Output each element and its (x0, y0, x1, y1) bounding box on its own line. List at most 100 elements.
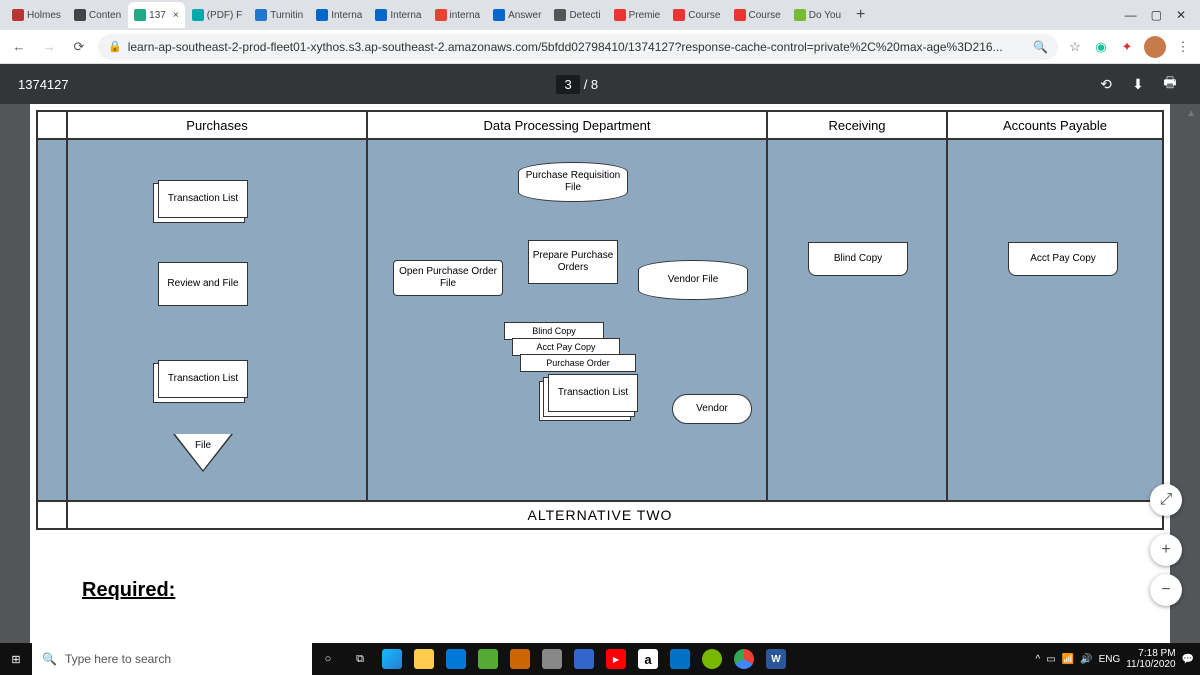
favicon (493, 9, 505, 21)
browser-tab[interactable]: 137 × (128, 2, 185, 28)
col-margin (38, 112, 68, 140)
node-prepare-po: Prepare Purchase Orders (528, 240, 618, 284)
favicon (614, 9, 626, 21)
battery-icon[interactable]: ▭ (1046, 654, 1055, 665)
grammarly-icon[interactable]: ◉ (1092, 39, 1110, 55)
clock-date: 11/10/2020 (1126, 659, 1175, 670)
node-blind-copy: Blind Copy (808, 242, 908, 276)
rotate-icon[interactable]: ⟲ (1094, 76, 1118, 93)
system-tray[interactable]: ^ ▭ 📶 🔊 ENG 7:18 PM 11/10/2020 💬 (1030, 648, 1200, 670)
node-vendor-file: Vendor File (638, 260, 748, 300)
tab-label: Course (688, 10, 720, 21)
zoom-icon[interactable]: 🔍 (1033, 40, 1048, 54)
back-button[interactable]: ← (8, 39, 30, 54)
minimize-button[interactable]: — (1125, 8, 1137, 22)
volume-icon[interactable]: 🔊 (1080, 654, 1092, 665)
browser-tab[interactable]: Do You (788, 2, 847, 28)
browser-tab[interactable]: Answer (487, 2, 547, 28)
print-icon[interactable]: 🖶 (1158, 72, 1182, 96)
new-tab-button[interactable]: + (848, 2, 873, 28)
browser-tab[interactable]: Course (728, 2, 787, 28)
amazon-icon[interactable]: a (632, 643, 664, 675)
browser-tab[interactable]: Conten (68, 2, 127, 28)
node-review-and-file: Review and File (158, 262, 248, 306)
url-field[interactable]: 🔒 learn-ap-southeast-2-prod-fleet01-xyth… (98, 34, 1058, 60)
clock[interactable]: 7:18 PM 11/10/2020 (1126, 648, 1175, 670)
favicon (134, 9, 146, 21)
wifi-icon[interactable]: 📶 (1062, 654, 1074, 665)
app-icon-4[interactable] (568, 643, 600, 675)
url-text: learn-ap-southeast-2-prod-fleet01-xythos… (128, 40, 1027, 54)
zoom-out-button[interactable]: − (1150, 574, 1182, 606)
browser-tab[interactable]: Premie (608, 2, 667, 28)
tray-chevron-icon[interactable]: ^ (1036, 654, 1041, 665)
download-icon[interactable]: ⬇ (1126, 76, 1150, 93)
star-icon[interactable]: ☆ (1066, 39, 1084, 55)
store-icon[interactable] (440, 643, 472, 675)
node-open-po-file: Open Purchase Order File (393, 260, 503, 296)
document-viewport[interactable]: ▲ Purchases Data Processing Department R… (0, 104, 1200, 648)
pdf-toolbar: 1374127 3 / 8 ⟲ ⬇ 🖶 (0, 64, 1200, 104)
fit-page-button[interactable]: ⤢ (1150, 484, 1182, 516)
browser-tab[interactable]: Detecti (548, 2, 606, 28)
tab-label: Detecti (569, 10, 600, 21)
forward-button[interactable]: → (38, 39, 60, 54)
scroll-up-arrow[interactable]: ▲ (1186, 108, 1196, 119)
browser-tab[interactable]: interna (429, 2, 487, 28)
edge-icon[interactable] (376, 643, 408, 675)
app-icon-3[interactable] (536, 643, 568, 675)
browser-tab[interactable]: Turnitin (249, 2, 309, 28)
tab-label: 137 (149, 10, 166, 21)
extension-icon[interactable]: ✦ (1118, 39, 1136, 55)
word-icon[interactable]: W (760, 643, 792, 675)
explorer-icon[interactable] (408, 643, 440, 675)
search-icon: 🔍 (42, 652, 57, 666)
youtube-icon[interactable]: ▶ (600, 643, 632, 675)
tab-label: Course (749, 10, 781, 21)
chrome-icon[interactable] (728, 643, 760, 675)
mail-icon[interactable] (664, 643, 696, 675)
app-icon-2[interactable] (504, 643, 536, 675)
col-dataproc: Data Processing Department (368, 112, 768, 140)
taskbar-search[interactable]: 🔍 Type here to search (32, 643, 312, 675)
language-indicator[interactable]: ENG (1099, 654, 1121, 665)
profile-avatar[interactable] (1144, 36, 1166, 58)
favicon (74, 9, 86, 21)
browser-tab[interactable]: (PDF) F (186, 2, 249, 28)
cortana-button[interactable]: ○ (312, 643, 344, 675)
current-page[interactable]: 3 (556, 75, 579, 94)
favicon (12, 9, 24, 21)
reload-button[interactable]: ⟳ (68, 39, 90, 55)
app-icon-1[interactable] (472, 643, 504, 675)
node-file-label: File (175, 440, 231, 451)
favicon (794, 9, 806, 21)
tab-close-icon[interactable]: × (173, 10, 179, 21)
diagram-footer: ALTERNATIVE TWO (38, 500, 1162, 528)
browser-tab[interactable]: Interna (310, 2, 368, 28)
maximize-button[interactable]: ▢ (1151, 8, 1162, 22)
page-indicator: 3 / 8 (556, 75, 598, 94)
browser-tab[interactable]: Interna (369, 2, 427, 28)
address-bar: ← → ⟳ 🔒 learn-ap-southeast-2-prod-fleet0… (0, 30, 1200, 64)
node-transaction-list-2: Transaction List (158, 360, 248, 398)
tab-label: Holmes (27, 10, 61, 21)
tab-label: Premie (629, 10, 661, 21)
utorrent-icon[interactable] (696, 643, 728, 675)
close-window-button[interactable]: ✕ (1176, 8, 1186, 22)
pdf-page: Purchases Data Processing Department Rec… (30, 104, 1170, 648)
node-acct-pay-copy: Acct Pay Copy (1008, 242, 1118, 276)
zoom-in-button[interactable]: + (1150, 534, 1182, 566)
pdf-filename: 1374127 (18, 77, 69, 92)
total-pages: / 8 (584, 77, 598, 92)
browser-tab[interactable]: Course (667, 2, 726, 28)
favicon (316, 9, 328, 21)
browser-tab[interactable]: Holmes (6, 2, 67, 28)
menu-icon[interactable]: ⋮ (1174, 39, 1192, 55)
tab-label: Interna (390, 10, 421, 21)
task-view-button[interactable]: ⧉ (344, 643, 376, 675)
lane-margin (38, 140, 68, 500)
notifications-icon[interactable]: 💬 (1182, 654, 1194, 665)
tab-label: interna (450, 10, 481, 21)
favicon (673, 9, 685, 21)
start-button[interactable]: ⊞ (0, 643, 32, 675)
